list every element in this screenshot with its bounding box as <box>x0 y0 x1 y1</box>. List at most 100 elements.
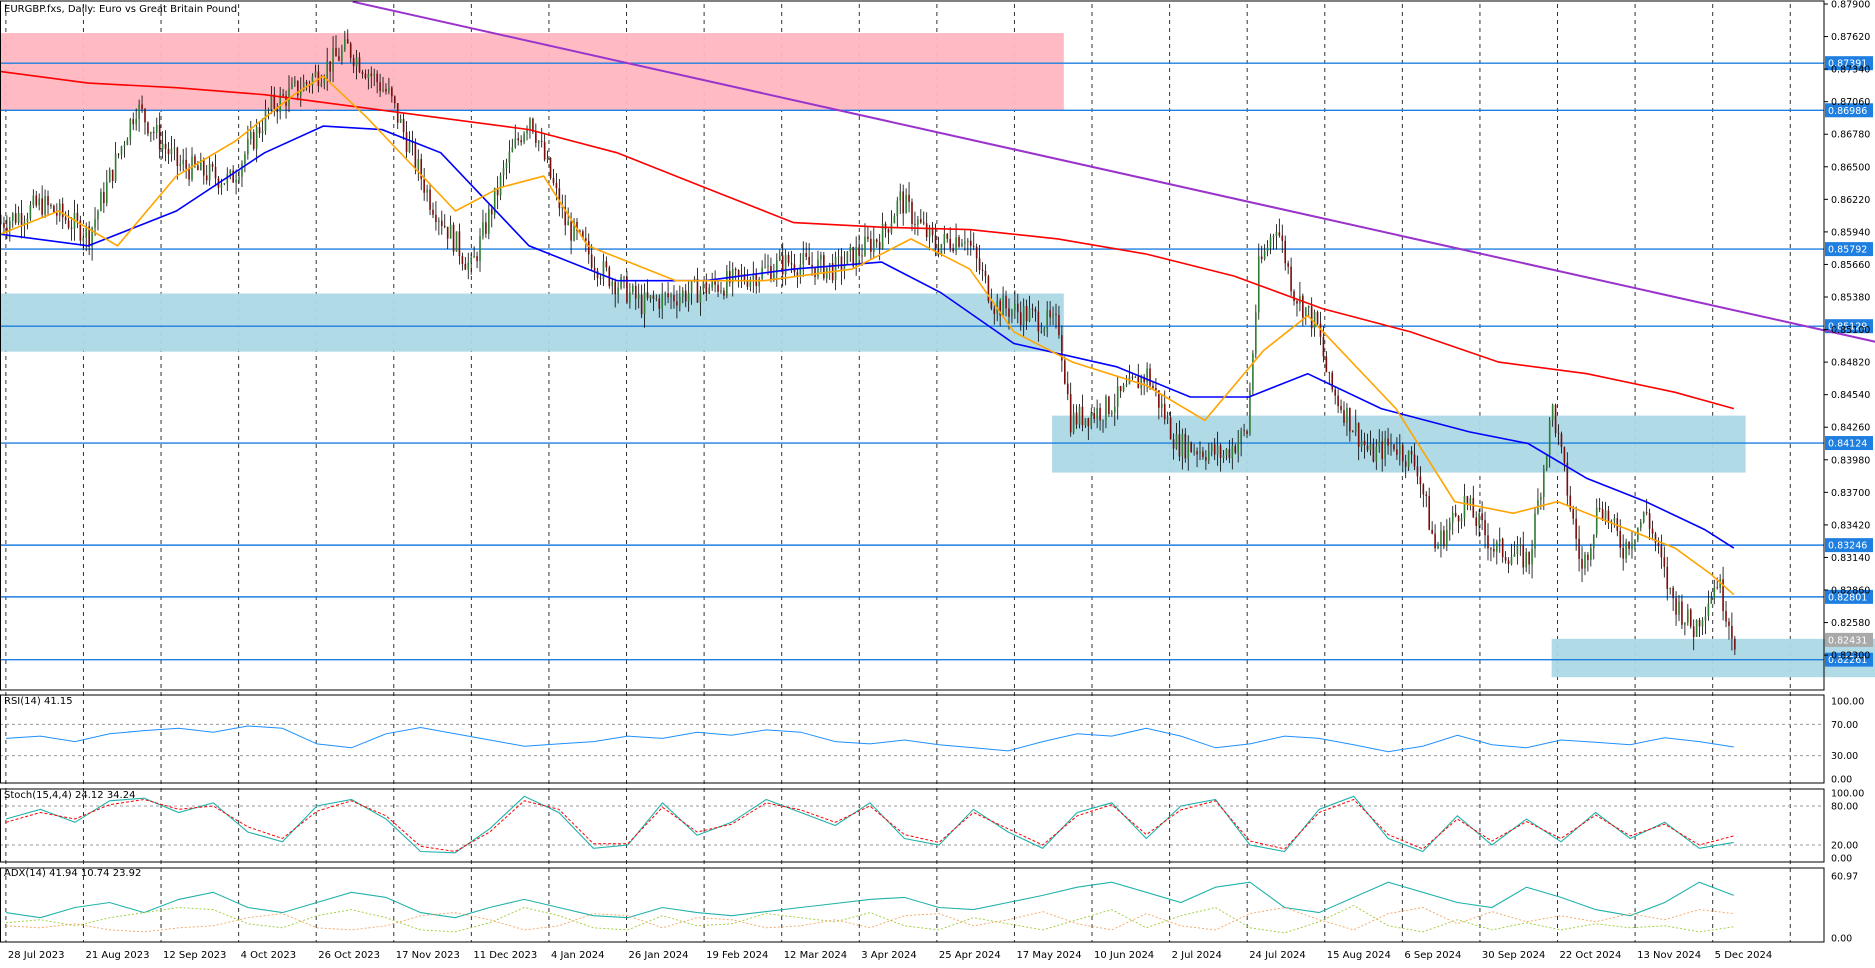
candle-body <box>920 219 922 223</box>
chart-svg[interactable]: 0.873910.869860.857920.851290.841240.832… <box>0 0 1875 964</box>
candle-body <box>870 238 872 252</box>
candle-body <box>778 255 781 261</box>
candle-body <box>1266 247 1269 252</box>
price-tick-label: 0.83700 <box>1831 488 1870 499</box>
candle-body <box>1078 406 1081 425</box>
candle-body <box>258 127 261 134</box>
candle-body <box>1360 440 1363 447</box>
candle-body <box>1419 476 1422 485</box>
candle-body <box>9 220 11 231</box>
candle-body <box>120 146 123 155</box>
chart-title: EURGBP.fxs, Daily: Euro vs Great Britain… <box>4 4 237 15</box>
candle-body <box>1681 601 1683 625</box>
candle-body <box>135 118 137 125</box>
candle-body <box>1190 442 1192 453</box>
candle-body <box>76 212 79 221</box>
candle-body <box>358 57 361 72</box>
candle-body <box>126 139 129 146</box>
candle-body <box>555 183 558 189</box>
candle-body <box>1581 559 1583 569</box>
candle-body <box>617 287 619 295</box>
candle-body <box>170 148 173 155</box>
candle-body <box>64 217 67 221</box>
candle-body <box>1099 407 1101 421</box>
trading-chart-window[interactable]: 0.87391 0.86986 0.85792 0.85129 0.84124 0.832… <box>0 0 1875 964</box>
candle-body <box>872 239 875 252</box>
price-zone <box>0 293 1064 352</box>
candle-body <box>723 290 725 296</box>
candle-body <box>961 243 963 247</box>
candle-body <box>632 285 634 292</box>
candle-body <box>391 87 393 97</box>
candle-body <box>1072 412 1075 433</box>
candle-body <box>103 192 105 204</box>
candle-body <box>946 233 949 239</box>
candle-body <box>1275 232 1278 236</box>
candle-body <box>123 145 126 147</box>
candle-body <box>1666 566 1669 590</box>
candle-body <box>1205 457 1207 461</box>
candle-body <box>161 143 164 150</box>
price-tick-label: 0.86500 <box>1831 162 1870 173</box>
candle-body <box>476 256 478 262</box>
candle-body <box>1443 530 1445 547</box>
candle-body <box>1340 406 1342 411</box>
level-tag-label: 0.85792 <box>1828 245 1867 256</box>
candle-body <box>1493 548 1495 552</box>
candle-body <box>852 247 855 267</box>
candle-body <box>1208 451 1210 461</box>
candle-body <box>984 270 987 277</box>
candle-body <box>1404 461 1407 467</box>
candle-body <box>138 104 140 119</box>
time-axis-label: 25 Apr 2024 <box>939 950 1001 961</box>
indicator-level-label: 30.00 <box>1831 751 1858 762</box>
time-axis-label: 4 Oct 2023 <box>241 950 296 961</box>
level-tag-label: 0.83246 <box>1828 541 1867 552</box>
time-axis-label: 22 Oct 2024 <box>1560 950 1622 961</box>
candle-body <box>449 224 452 239</box>
candle-body <box>1066 383 1069 395</box>
candle-body <box>14 213 17 223</box>
candle-body <box>349 43 352 59</box>
candle-body <box>1002 295 1004 316</box>
candle-body <box>520 140 522 143</box>
candle-body <box>925 223 928 238</box>
candle-body <box>1678 601 1680 615</box>
candle-body <box>637 294 640 299</box>
candle-body <box>1287 263 1289 267</box>
candle-body <box>864 236 866 256</box>
candle-body <box>1381 441 1384 460</box>
candle-body <box>1563 447 1566 463</box>
candle-body <box>461 256 464 264</box>
candle-body <box>861 255 863 257</box>
candle-body <box>429 189 431 210</box>
adx-label: ADX(14) 41.94 10.74 23.92 <box>4 868 141 879</box>
price-zone <box>1052 415 1746 473</box>
candle-body <box>1322 336 1325 357</box>
candle-body <box>440 220 443 226</box>
candle-body <box>1163 403 1166 420</box>
candle-body <box>1734 638 1736 650</box>
time-axis[interactable]: 28 Jul 2023 21 Aug 2023 12 Sep 2023 4 Oct 2… <box>8 950 1772 961</box>
candle-body <box>540 141 543 143</box>
candle-body <box>1451 512 1454 523</box>
candle-body <box>679 296 681 306</box>
candle-body <box>1713 587 1716 598</box>
candle-body <box>1710 597 1713 604</box>
candle-body <box>708 287 711 294</box>
candle-body <box>1543 468 1545 497</box>
candle-body <box>35 195 38 206</box>
candle-body <box>1498 538 1501 542</box>
candle-body <box>1181 433 1184 457</box>
candle-body <box>17 213 20 223</box>
candle-body <box>205 175 208 181</box>
candle-body <box>1469 498 1472 505</box>
candle-body <box>1487 535 1489 549</box>
candle-body <box>667 293 669 298</box>
candle-body <box>261 130 264 134</box>
candle-body <box>1055 314 1057 315</box>
candle-body <box>1628 541 1630 549</box>
candle-body <box>241 163 243 177</box>
candle-body <box>1660 545 1663 558</box>
indicator-level-label: 20.00 <box>1831 841 1858 852</box>
